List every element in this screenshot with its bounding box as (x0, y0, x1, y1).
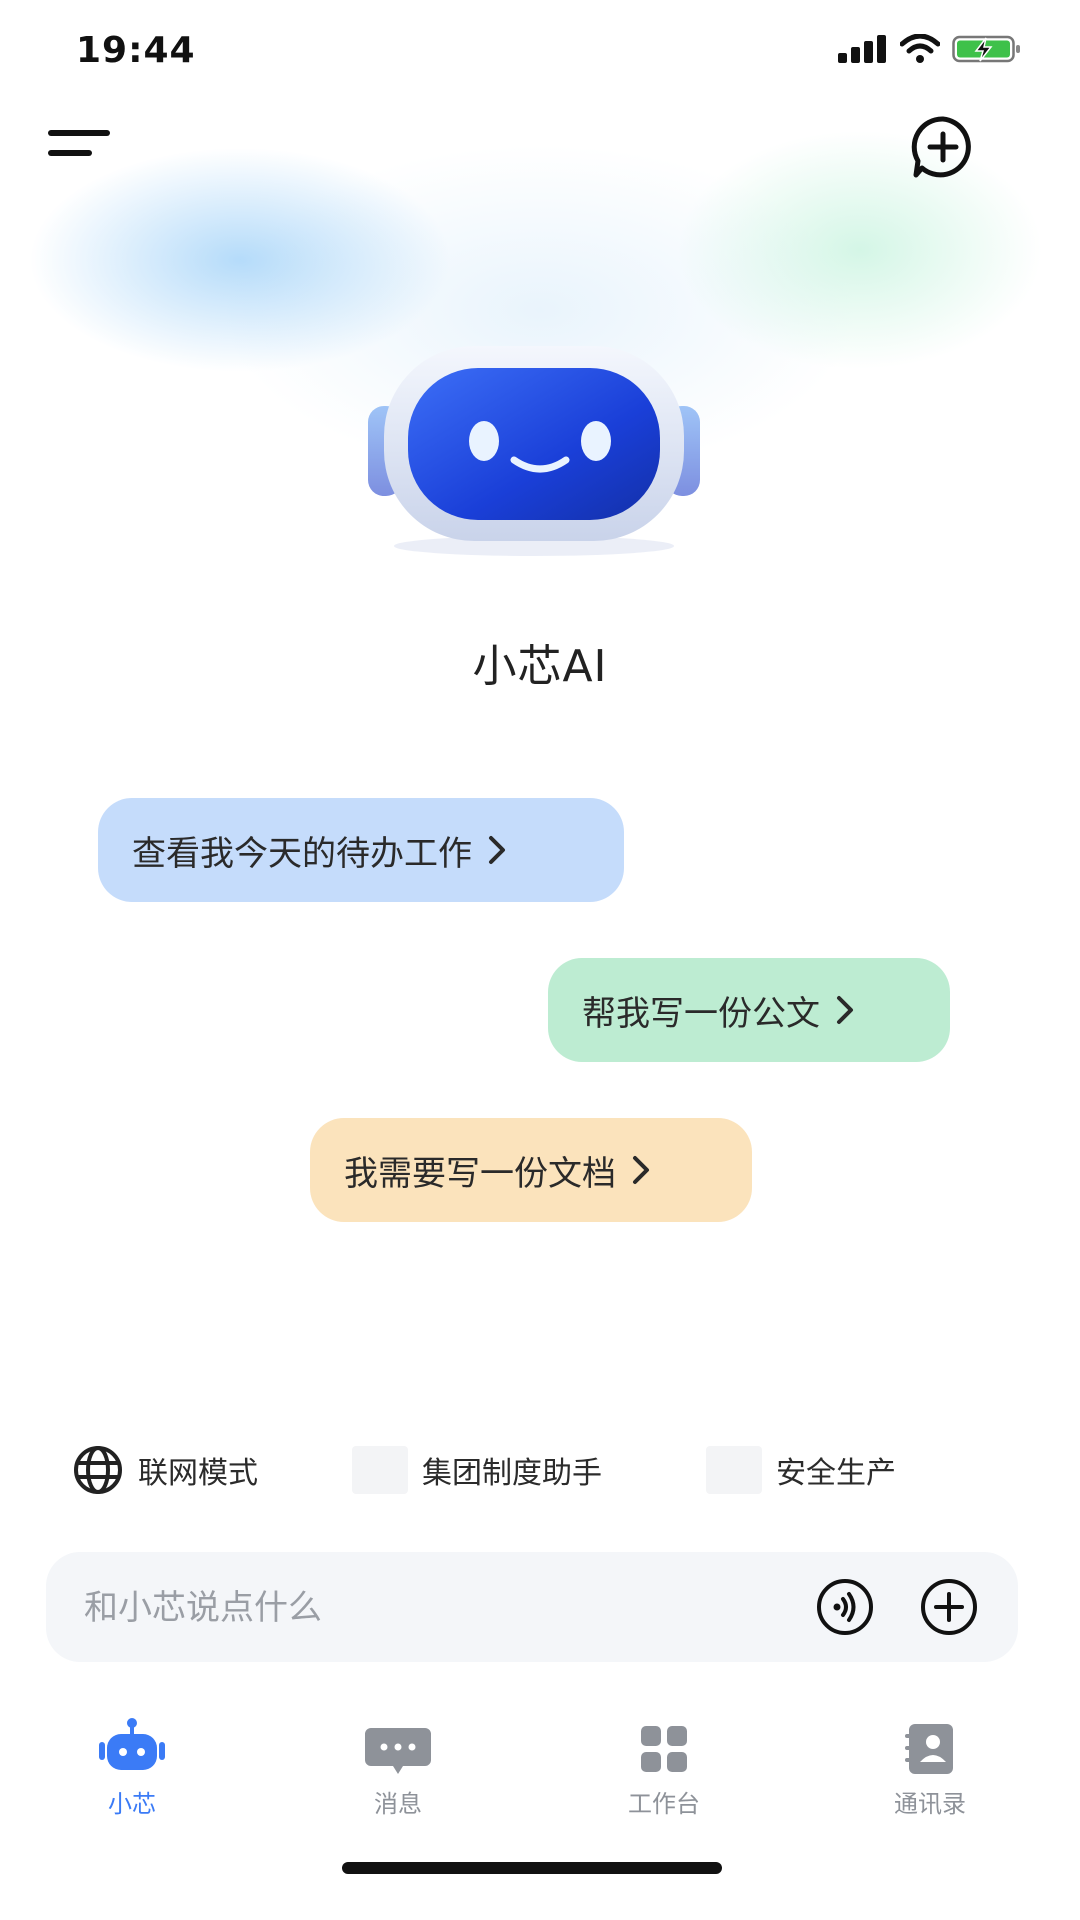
suggestion-chip-todo[interactable]: 查看我今天的待办工作 (98, 798, 624, 902)
voice-icon (817, 1579, 873, 1635)
chat-input[interactable] (82, 1552, 826, 1664)
home-indicator[interactable] (342, 1862, 722, 1874)
tab-xiaoxin[interactable]: 小芯 (32, 1700, 232, 1830)
battery-charging-icon (952, 35, 1020, 63)
mode-web-search[interactable]: 联网模式 (72, 1440, 258, 1500)
chevron-right-icon (837, 996, 853, 1024)
suggestion-chip-label: 我需要写一份文档 (344, 1153, 616, 1194)
status-time: 19:44 (76, 30, 196, 71)
voice-button[interactable] (816, 1578, 874, 1636)
mode-group-policy-assistant[interactable]: 集团制度助手 (352, 1440, 602, 1500)
tab-label: 小芯 (108, 1790, 156, 1818)
robot-avatar (364, 336, 704, 556)
placeholder-icon (706, 1446, 762, 1494)
new-chat-button[interactable] (908, 113, 978, 183)
menu-button[interactable] (44, 120, 116, 170)
wifi-icon (900, 34, 940, 63)
tab-contacts[interactable]: 通讯录 (830, 1700, 1030, 1830)
plus-circle-icon (921, 1579, 977, 1635)
robot-avatar-icon (368, 346, 700, 556)
signal-icon (838, 35, 886, 63)
tab-messages[interactable]: 消息 (298, 1700, 498, 1830)
menu-icon (48, 130, 110, 156)
assistant-name: 小芯AI (472, 641, 608, 692)
suggestion-chip-official-doc[interactable]: 帮我写一份公文 (548, 958, 950, 1062)
mode-label: 安全生产 (776, 1456, 896, 1491)
new-chat-icon (911, 116, 971, 178)
mode-label: 集团制度助手 (422, 1456, 602, 1491)
placeholder-icon (352, 1446, 408, 1494)
suggestion-chip-label: 查看我今天的待办工作 (132, 833, 472, 874)
robot-icon (99, 1718, 165, 1770)
suggestion-chip-document[interactable]: 我需要写一份文档 (310, 1118, 752, 1222)
tab-workbench[interactable]: 工作台 (564, 1700, 764, 1830)
chevron-right-icon (489, 836, 505, 864)
mode-label: 联网模式 (138, 1456, 258, 1491)
status-bar: 19:44 (0, 0, 1080, 100)
chevron-right-icon (633, 1156, 649, 1184)
attach-button[interactable] (920, 1578, 978, 1636)
suggestion-chip-label: 帮我写一份公文 (582, 993, 820, 1034)
chat-icon (365, 1728, 431, 1774)
tab-label: 通讯录 (894, 1790, 966, 1818)
globe-icon (74, 1446, 122, 1494)
contacts-icon (905, 1724, 953, 1774)
mode-safety-production[interactable]: 安全生产 (706, 1440, 896, 1500)
tab-label: 工作台 (628, 1790, 700, 1818)
tab-label: 消息 (374, 1790, 422, 1818)
mode-selector-row: 联网模式 集团制度助手 安全生产 (0, 1440, 1080, 1500)
bottom-tab-bar: 小芯 消息 工作台 通讯录 (0, 1700, 1080, 1830)
status-icons (838, 34, 1022, 64)
grid-icon (641, 1726, 687, 1772)
chat-input-bar (46, 1552, 1018, 1664)
